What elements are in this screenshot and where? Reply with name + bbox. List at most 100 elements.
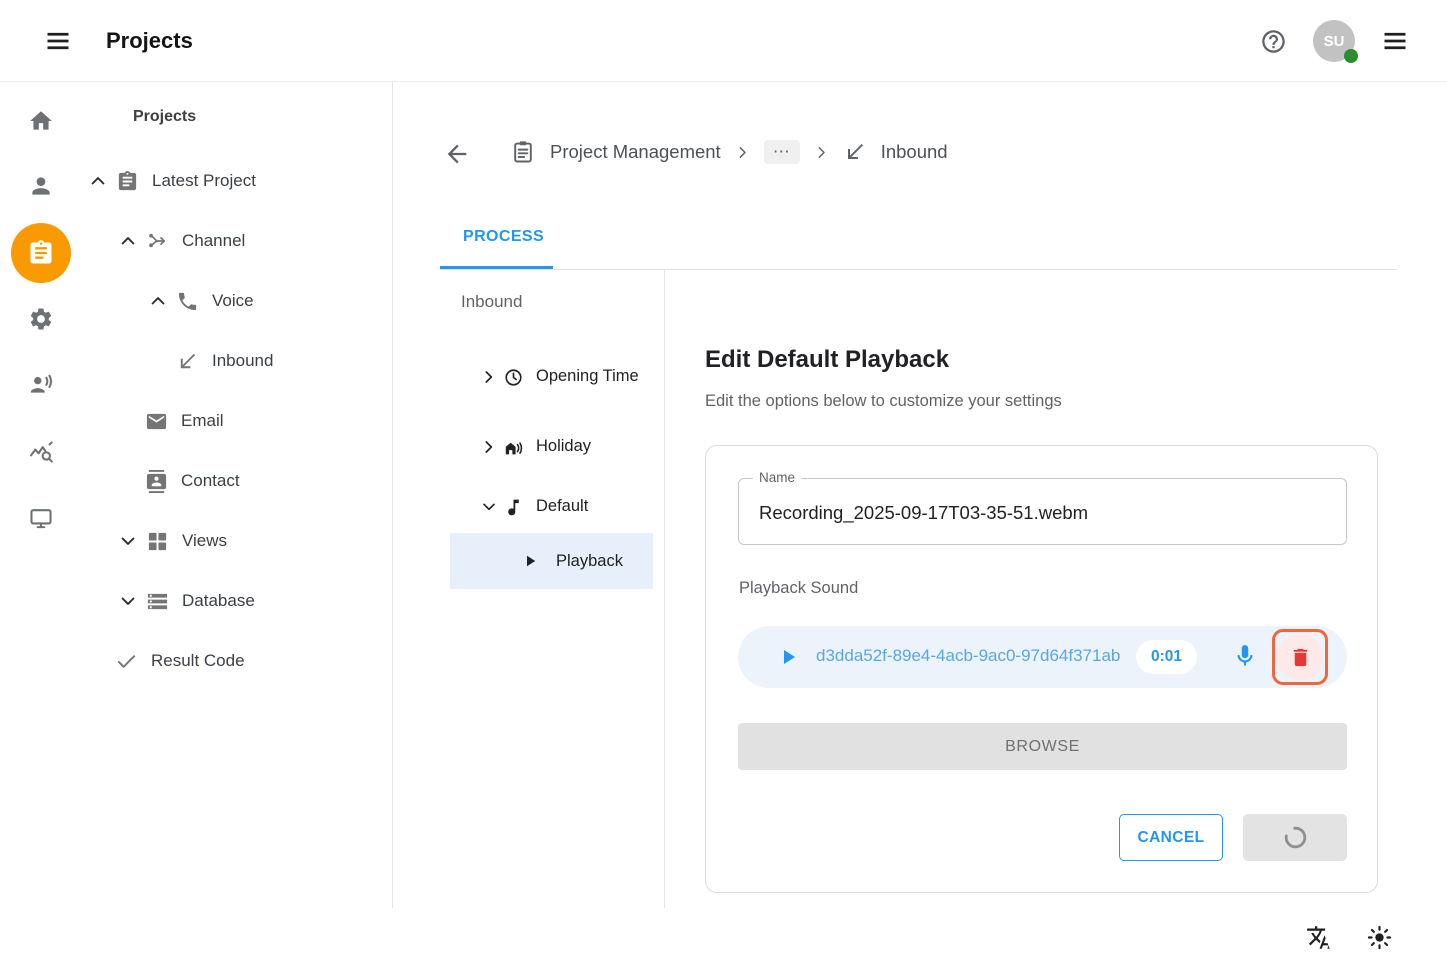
theme-brightness-button[interactable] [1366,924,1393,951]
database-icon [146,590,169,613]
contact-card-icon [145,470,168,493]
tree-item-inbound[interactable]: Inbound [82,331,392,391]
home-icon [28,108,54,134]
rail-users-button[interactable] [0,173,82,199]
holiday-icon [503,437,524,458]
save-button-loading[interactable] [1243,814,1347,861]
ellipsis-icon: ⋯ [773,142,791,162]
clipboard-icon [27,239,55,267]
tree-item-label: Latest Project [152,171,256,191]
subnav-item-label: Playback [556,552,623,571]
tree-item-views[interactable]: Views [82,511,392,571]
rail-voice-agent-button[interactable] [0,372,82,398]
music-note-icon [503,497,524,518]
audio-player: d3dda52f-89e4-4acb-9ac0-97d64f371ab 0:01 [738,626,1347,688]
editor-title: Edit Default Playback [705,346,949,374]
trash-icon [1289,646,1312,669]
delete-recording-button[interactable] [1277,634,1323,680]
breadcrumb-current[interactable]: Inbound [881,141,948,163]
chevron-down-icon[interactable] [481,499,497,515]
tree-item-contact[interactable]: Contact [82,451,392,511]
breadcrumb-project[interactable]: Project Management [550,141,721,163]
top-bar: Projects SU [0,0,1447,82]
tree-item-label: Result Code [151,651,245,671]
play-icon [776,645,800,669]
name-field: Name [738,478,1347,545]
tree-item-label: Views [182,531,227,551]
caret-down-icon[interactable] [118,531,138,551]
person-icon [28,173,54,199]
subnav-item-label: Default [536,495,640,519]
subnav-item-default[interactable]: Default [440,487,664,527]
tree-item-label: Voice [212,291,254,311]
tree-item-voice[interactable]: Voice [82,271,392,331]
tree-item-database[interactable]: Database [82,571,392,631]
clock-icon [503,367,524,388]
speaking-person-icon [28,372,54,398]
play-icon [521,552,539,570]
tree-item-label: Database [182,591,255,611]
language-button[interactable] [1306,924,1333,951]
subnav-item-playback-selected[interactable]: Playback [450,533,653,589]
tree-item-label: Inbound [212,351,273,371]
rail-monitoring-button[interactable] [0,440,82,466]
caret-down-icon[interactable] [118,591,138,611]
sidebar-menu-button[interactable] [40,23,76,59]
audio-filename: d3dda52f-89e4-4acb-9ac0-97d64f371ab [816,646,1128,666]
channel-icon [146,230,169,253]
avatar-initials: SU [1324,33,1345,50]
check-icon [115,650,138,673]
audio-duration-badge: 0:01 [1136,640,1197,674]
playback-sound-label: Playback Sound [739,579,858,598]
icon-rail [0,82,82,908]
tree-item-email[interactable]: Email [82,391,392,451]
caret-up-icon[interactable] [88,171,108,191]
browse-button[interactable]: BROWSE [738,723,1347,770]
top-bar-actions: SU [1258,0,1411,82]
playback-settings-card: Name Playback Sound d3dda52f-89e4-4acb-9… [705,445,1378,893]
subnav-item-holiday[interactable]: Holiday [440,427,664,467]
caret-up-icon[interactable] [118,231,138,251]
tab-process[interactable]: PROCESS [463,228,544,246]
subnav-item-label: Holiday [536,435,640,459]
brightness-icon [1366,924,1393,951]
rail-settings-button[interactable] [0,306,82,332]
rail-desktop-button[interactable] [0,505,82,531]
chevron-right-icon [814,145,829,160]
caret-up-icon[interactable] [148,291,168,311]
breadcrumb-ellipsis-button[interactable]: ⋯ [764,140,800,164]
tree-item-result-code[interactable]: Result Code [82,631,392,691]
help-button[interactable] [1258,26,1289,57]
tree-item-channel[interactable]: Channel [82,211,392,271]
clipboard-outline-icon [510,139,536,165]
rail-home-button[interactable] [0,108,82,134]
chevron-right-icon[interactable] [481,369,497,385]
breadcrumb: Project Management ⋯ Inbound [510,134,948,170]
inbound-arrow-icon [843,140,867,164]
grid-views-icon [146,530,169,553]
subnav-header: Inbound [461,292,522,312]
chevron-right-icon[interactable] [481,439,497,455]
cancel-button[interactable]: CANCEL [1119,814,1223,861]
tree-header: Projects [133,108,196,126]
clipboard-icon [116,170,139,193]
editor-subtitle: Edit the options below to customize your… [705,392,1062,411]
back-arrow-icon [443,140,471,168]
tree-item-label: Channel [182,231,245,251]
subnav-item-label: Opening Time [536,365,640,389]
record-button[interactable] [1232,643,1258,669]
delete-highlight-annotation [1272,629,1328,685]
play-button[interactable] [776,645,800,669]
tree-item-latest-project[interactable]: Latest Project [82,151,392,211]
chevron-right-icon [735,145,750,160]
name-input[interactable] [757,479,1331,546]
process-subnav: Inbound Opening Time Holiday Default Pla… [440,270,665,908]
avatar[interactable]: SU [1313,20,1355,62]
overflow-menu-button[interactable] [1379,25,1411,57]
gear-icon [28,306,54,332]
subnav-item-opening-time[interactable]: Opening Time [440,347,664,407]
rail-projects-button-active[interactable] [11,223,71,283]
tree-rows: Latest Project Channel Voice Inbound Ema… [82,151,392,691]
back-button[interactable] [441,138,473,170]
content-area: Project Management ⋯ Inbound PROCESS Inb… [393,82,1447,970]
